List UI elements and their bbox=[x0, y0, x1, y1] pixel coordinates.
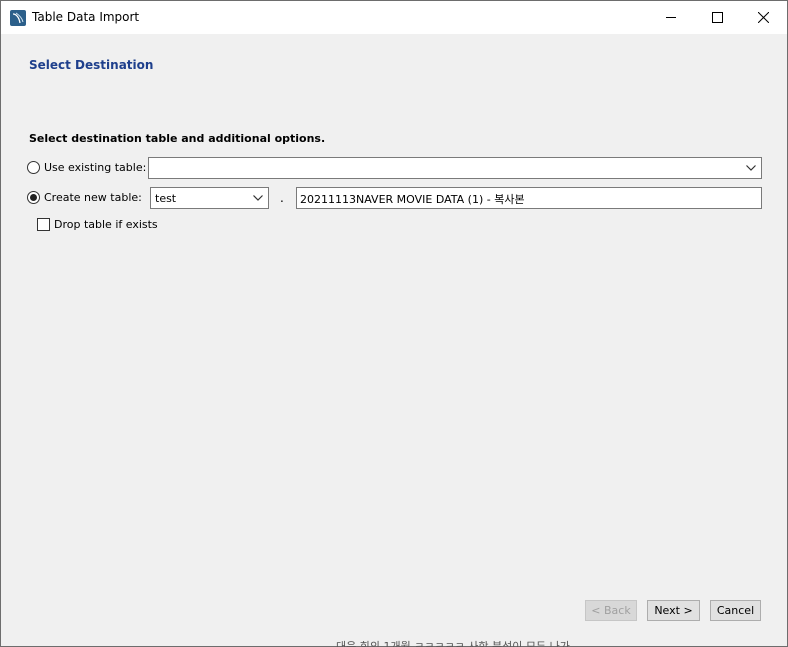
schema-select[interactable]: test bbox=[150, 187, 269, 209]
create-new-radio[interactable] bbox=[27, 191, 40, 204]
minimize-icon bbox=[666, 17, 676, 18]
use-existing-label: Use existing table: bbox=[44, 161, 147, 174]
window-title: Table Data Import bbox=[32, 10, 140, 24]
schema-value: test bbox=[155, 192, 177, 205]
chevron-down-icon bbox=[253, 195, 263, 201]
back-button[interactable]: < Back bbox=[585, 600, 637, 621]
maximize-button[interactable] bbox=[695, 1, 741, 34]
table-name-input[interactable]: 20211113NAVER MOVIE DATA (1) - 복사본 bbox=[296, 187, 762, 209]
chevron-down-icon bbox=[746, 165, 756, 171]
schema-table-separator: . bbox=[280, 191, 284, 205]
section-subheading: Select destination table and additional … bbox=[29, 132, 326, 145]
cancel-button[interactable]: Cancel bbox=[710, 600, 761, 621]
page-heading: Select Destination bbox=[29, 58, 154, 72]
close-button[interactable] bbox=[741, 1, 787, 34]
use-existing-radio[interactable] bbox=[27, 161, 40, 174]
mysql-workbench-icon bbox=[10, 10, 26, 26]
close-icon bbox=[758, 12, 769, 23]
minimize-button[interactable] bbox=[649, 1, 695, 34]
table-data-import-window: Table Data Import Select Destination Sel… bbox=[0, 0, 788, 647]
create-new-label: Create new table: bbox=[44, 191, 142, 204]
table-name-value: 20211113NAVER MOVIE DATA (1) - 복사본 bbox=[300, 193, 525, 206]
existing-table-select[interactable] bbox=[148, 157, 762, 179]
background-window-text: 대응 회의 1개월 ㅋㅋㅋㅋㅋ 사항 분석이 모두 나가 bbox=[336, 640, 570, 647]
next-button[interactable]: Next > bbox=[647, 600, 700, 621]
drop-table-label: Drop table if exists bbox=[54, 218, 158, 231]
drop-table-checkbox[interactable] bbox=[37, 218, 50, 231]
maximize-icon bbox=[712, 12, 723, 23]
title-bar: Table Data Import bbox=[1, 1, 787, 34]
